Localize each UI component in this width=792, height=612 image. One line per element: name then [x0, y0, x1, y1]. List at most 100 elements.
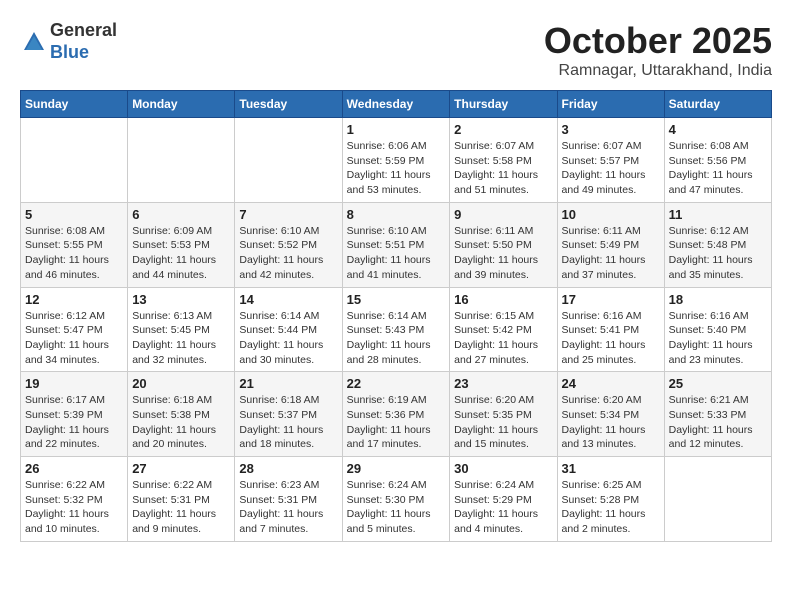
- calendar-week-row: 26 Sunrise: 6:22 AM Sunset: 5:32 PM Dayli…: [21, 457, 772, 542]
- day-number: 16: [454, 292, 552, 307]
- calendar-cell: [664, 457, 771, 542]
- calendar-cell: 29Sunrise: 6:24 AM Sunset: 5:30 PM Dayli…: [342, 457, 450, 542]
- day-info: Sunrise: 6:20 AM Sunset: 5:35 PM Dayligh…: [454, 393, 552, 452]
- day-number: 9: [454, 207, 552, 222]
- day-number: 4: [669, 122, 767, 137]
- day-number: 15: [347, 292, 446, 307]
- day-number: 28: [239, 461, 337, 476]
- day-number: 27: [132, 461, 230, 476]
- day-info: Sunrise: 6:13 AM Sunset: 5:45 PM Dayligh…: [132, 309, 230, 368]
- calendar-cell: 4 Sunrise: 6:08 AM Sunset: 5:56 PM Daylig…: [664, 118, 771, 203]
- calendar-cell: 17 Sunrise: 6:16 AM Sunset: 5:41 PM Dayli…: [557, 287, 664, 372]
- calendar-cell: 7Sunrise: 6:10 AM Sunset: 5:52 PM Daylig…: [235, 202, 342, 287]
- calendar-table: SundayMondayTuesdayWednesdayThursdayFrid…: [20, 90, 772, 542]
- day-number: 20: [132, 376, 230, 391]
- day-info: Sunrise: 6:16 AM Sunset: 5:41 PM Dayligh…: [562, 309, 660, 368]
- day-info: Sunrise: 6:15 AM Sunset: 5:42 PM Dayligh…: [454, 309, 552, 368]
- day-info: Sunrise: 6:22 AM Sunset: 5:31 PM Dayligh…: [132, 478, 230, 537]
- logo: General Blue: [20, 20, 117, 63]
- calendar-cell: 8 Sunrise: 6:10 AM Sunset: 5:51 PM Daylig…: [342, 202, 450, 287]
- day-number: 22: [347, 376, 446, 391]
- calendar-cell: 20 Sunrise: 6:18 AM Sunset: 5:38 PM Dayli…: [128, 372, 235, 457]
- day-info: Sunrise: 6:06 AM Sunset: 5:59 PM Dayligh…: [347, 139, 446, 198]
- day-number: 14: [239, 292, 337, 307]
- weekday-header: Friday: [557, 91, 664, 118]
- day-number: 13: [132, 292, 230, 307]
- day-info: Sunrise: 6:09 AM Sunset: 5:53 PM Dayligh…: [132, 224, 230, 283]
- calendar-cell: 30Sunrise: 6:24 AM Sunset: 5:29 PM Dayli…: [450, 457, 557, 542]
- page-header: General Blue October 2025 Ramnagar, Utta…: [20, 20, 772, 80]
- day-number: 30: [454, 461, 552, 476]
- day-info: Sunrise: 6:10 AM Sunset: 5:51 PM Dayligh…: [347, 224, 446, 283]
- calendar-cell: 26 Sunrise: 6:22 AM Sunset: 5:32 PM Dayli…: [21, 457, 128, 542]
- day-number: 7: [239, 207, 337, 222]
- day-number: 10: [562, 207, 660, 222]
- day-info: Sunrise: 6:11 AM Sunset: 5:50 PM Dayligh…: [454, 224, 552, 283]
- location: Ramnagar, Uttarakhand, India: [544, 62, 772, 80]
- day-info: Sunrise: 6:16 AM Sunset: 5:40 PM Dayligh…: [669, 309, 767, 368]
- month-title: October 2025: [544, 20, 772, 62]
- day-info: Sunrise: 6:08 AM Sunset: 5:55 PM Dayligh…: [25, 224, 123, 283]
- calendar-week-row: 5 Sunrise: 6:08 AM Sunset: 5:55 PM Daylig…: [21, 202, 772, 287]
- calendar-cell: 2 Sunrise: 6:07 AM Sunset: 5:58 PM Daylig…: [450, 118, 557, 203]
- calendar-cell: 12 Sunrise: 6:12 AM Sunset: 5:47 PM Dayli…: [21, 287, 128, 372]
- day-number: 19: [25, 376, 123, 391]
- calendar-cell: [235, 118, 342, 203]
- day-info: Sunrise: 6:08 AM Sunset: 5:56 PM Dayligh…: [669, 139, 767, 198]
- day-number: 26: [25, 461, 123, 476]
- day-number: 5: [25, 207, 123, 222]
- title-block: October 2025 Ramnagar, Uttarakhand, Indi…: [544, 20, 772, 80]
- calendar-week-row: 12 Sunrise: 6:12 AM Sunset: 5:47 PM Dayli…: [21, 287, 772, 372]
- calendar-cell: [21, 118, 128, 203]
- calendar-cell: 18Sunrise: 6:16 AM Sunset: 5:40 PM Dayli…: [664, 287, 771, 372]
- calendar-week-row: 19 Sunrise: 6:17 AM Sunset: 5:39 PM Dayli…: [21, 372, 772, 457]
- day-number: 17: [562, 292, 660, 307]
- day-number: 23: [454, 376, 552, 391]
- weekday-header: Monday: [128, 91, 235, 118]
- weekday-header: Saturday: [664, 91, 771, 118]
- day-info: Sunrise: 6:07 AM Sunset: 5:57 PM Dayligh…: [562, 139, 660, 198]
- day-info: Sunrise: 6:24 AM Sunset: 5:30 PM Dayligh…: [347, 478, 446, 537]
- day-number: 12: [25, 292, 123, 307]
- weekday-header: Sunday: [21, 91, 128, 118]
- calendar-cell: 23 Sunrise: 6:20 AM Sunset: 5:35 PM Dayli…: [450, 372, 557, 457]
- calendar-cell: 6 Sunrise: 6:09 AM Sunset: 5:53 PM Daylig…: [128, 202, 235, 287]
- day-number: 11: [669, 207, 767, 222]
- day-info: Sunrise: 6:20 AM Sunset: 5:34 PM Dayligh…: [562, 393, 660, 452]
- day-info: Sunrise: 6:12 AM Sunset: 5:48 PM Dayligh…: [669, 224, 767, 283]
- calendar-cell: 16 Sunrise: 6:15 AM Sunset: 5:42 PM Dayli…: [450, 287, 557, 372]
- day-number: 24: [562, 376, 660, 391]
- weekday-header: Wednesday: [342, 91, 450, 118]
- calendar-cell: 21Sunrise: 6:18 AM Sunset: 5:37 PM Dayli…: [235, 372, 342, 457]
- day-info: Sunrise: 6:12 AM Sunset: 5:47 PM Dayligh…: [25, 309, 123, 368]
- day-info: Sunrise: 6:14 AM Sunset: 5:44 PM Dayligh…: [239, 309, 337, 368]
- day-number: 2: [454, 122, 552, 137]
- day-info: Sunrise: 6:14 AM Sunset: 5:43 PM Dayligh…: [347, 309, 446, 368]
- day-info: Sunrise: 6:07 AM Sunset: 5:58 PM Dayligh…: [454, 139, 552, 198]
- calendar-cell: 13 Sunrise: 6:13 AM Sunset: 5:45 PM Dayli…: [128, 287, 235, 372]
- day-number: 1: [347, 122, 446, 137]
- day-number: 25: [669, 376, 767, 391]
- calendar-cell: 25Sunrise: 6:21 AM Sunset: 5:33 PM Dayli…: [664, 372, 771, 457]
- logo-general: General: [50, 20, 117, 42]
- calendar-cell: 10 Sunrise: 6:11 AM Sunset: 5:49 PM Dayli…: [557, 202, 664, 287]
- calendar-cell: 31Sunrise: 6:25 AM Sunset: 5:28 PM Dayli…: [557, 457, 664, 542]
- calendar-cell: 3 Sunrise: 6:07 AM Sunset: 5:57 PM Daylig…: [557, 118, 664, 203]
- day-info: Sunrise: 6:18 AM Sunset: 5:37 PM Dayligh…: [239, 393, 337, 452]
- calendar-cell: 14 Sunrise: 6:14 AM Sunset: 5:44 PM Dayli…: [235, 287, 342, 372]
- day-info: Sunrise: 6:18 AM Sunset: 5:38 PM Dayligh…: [132, 393, 230, 452]
- day-number: 6: [132, 207, 230, 222]
- day-info: Sunrise: 6:11 AM Sunset: 5:49 PM Dayligh…: [562, 224, 660, 283]
- weekday-header: Thursday: [450, 91, 557, 118]
- day-number: 31: [562, 461, 660, 476]
- calendar-cell: 19 Sunrise: 6:17 AM Sunset: 5:39 PM Dayli…: [21, 372, 128, 457]
- day-info: Sunrise: 6:17 AM Sunset: 5:39 PM Dayligh…: [25, 393, 123, 452]
- calendar-cell: 5 Sunrise: 6:08 AM Sunset: 5:55 PM Daylig…: [21, 202, 128, 287]
- day-number: 8: [347, 207, 446, 222]
- day-info: Sunrise: 6:19 AM Sunset: 5:36 PM Dayligh…: [347, 393, 446, 452]
- day-info: Sunrise: 6:22 AM Sunset: 5:32 PM Dayligh…: [25, 478, 123, 537]
- day-number: 3: [562, 122, 660, 137]
- calendar-cell: 24 Sunrise: 6:20 AM Sunset: 5:34 PM Dayli…: [557, 372, 664, 457]
- day-info: Sunrise: 6:23 AM Sunset: 5:31 PM Dayligh…: [239, 478, 337, 537]
- calendar-cell: [128, 118, 235, 203]
